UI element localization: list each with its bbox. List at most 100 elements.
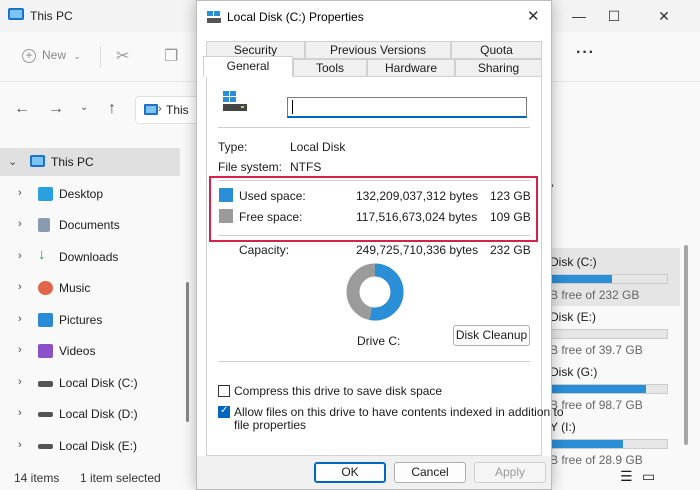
tab-sharing[interactable]: Sharing <box>455 59 542 77</box>
drive-tile-i[interactable]: Y (I:) B free of 28.9 GB <box>548 413 680 471</box>
sidebar-item-label: Downloads <box>59 250 119 264</box>
pictures-icon <box>38 313 53 327</box>
sidebar-item-label: Pictures <box>59 313 103 327</box>
drive-name: Disk (G:) <box>550 365 598 379</box>
close-icon[interactable]: ✕ <box>527 7 540 25</box>
maximize-icon[interactable]: ☐ <box>603 6 625 26</box>
chevron-right-icon[interactable]: › <box>18 376 22 388</box>
type-label: Type: <box>218 140 248 154</box>
drive-tile-c[interactable]: Disk (C:) B free of 232 GB <box>548 248 680 306</box>
cancel-button[interactable]: Cancel <box>394 462 466 483</box>
desktop-icon <box>38 187 53 201</box>
copy-icon[interactable]: ❐ <box>164 46 178 66</box>
sidebar-item-documents[interactable]: › Documents <box>0 211 180 239</box>
drive-name: Disk (E:) <box>550 310 596 324</box>
apply-button[interactable]: Apply <box>474 462 546 483</box>
dialog-titlebar: Local Disk (C:) Properties ✕ <box>197 1 551 33</box>
sidebar-scrollbar[interactable] <box>186 282 189 422</box>
sidebar-item-label: Local Disk (C:) <box>59 376 138 390</box>
chevron-right-icon[interactable]: › <box>18 250 22 262</box>
tab-previous-versions[interactable]: Previous Versions <box>305 41 451 59</box>
text-caret <box>292 100 293 114</box>
drive-free-text: B free of 39.7 GB <box>550 343 643 357</box>
sidebar-item-videos[interactable]: › Videos <box>0 337 180 365</box>
chevron-right-icon[interactable]: › <box>18 187 22 199</box>
close-icon[interactable]: ✕ <box>653 6 675 26</box>
chevron-right-icon[interactable]: › <box>18 344 22 356</box>
drive-usage-bar <box>550 274 668 284</box>
chevron-right-icon[interactable]: › <box>18 439 22 451</box>
tab-general[interactable]: General <box>203 56 293 77</box>
tab-tools[interactable]: Tools <box>293 59 367 77</box>
local-disk-c-icon <box>38 381 53 387</box>
dialog-title: Local Disk (C:) Properties <box>227 10 364 24</box>
index-label-line1: Allow files on this drive to have conten… <box>234 405 564 419</box>
drive-name-input[interactable] <box>287 97 527 118</box>
drives-list: › Disk (C:) B free of 232 GB Disk (E:) B… <box>548 140 700 467</box>
breadcrumb-chevron-icon: › <box>158 103 162 115</box>
tiles-view-icon[interactable]: ▭ <box>642 468 655 485</box>
drive-name: Y (I:) <box>550 420 576 434</box>
drive-free-text: B free of 232 GB <box>550 288 640 302</box>
local-disk-icon <box>223 91 247 111</box>
properties-dialog: Local Disk (C:) Properties ✕ Security Pr… <box>196 0 564 490</box>
explorer-title: This PC <box>30 9 73 23</box>
drive-usage-fill <box>551 275 613 283</box>
this-pc-icon <box>144 104 158 115</box>
more-options-icon[interactable]: ··· <box>576 44 595 62</box>
sidebar-item-local-disk-d[interactable]: › Local Disk (D:) <box>0 400 180 428</box>
documents-icon <box>38 218 50 232</box>
sidebar-item-pictures[interactable]: › Pictures <box>0 306 180 334</box>
details-view-icon[interactable]: ☰ <box>620 468 633 485</box>
drive-label: Drive C: <box>357 334 401 348</box>
this-pc-icon <box>8 8 24 20</box>
compress-checkbox[interactable] <box>218 385 230 397</box>
cut-icon[interactable]: ✂ <box>116 46 129 66</box>
sidebar-item-label: Local Disk (D:) <box>59 407 138 421</box>
item-count: 14 items <box>14 471 60 485</box>
drive-usage-bar <box>550 329 668 339</box>
new-button[interactable]: + New ⌄ <box>22 48 81 63</box>
sidebar-item-local-disk-e[interactable]: › Local Disk (E:) <box>0 432 180 460</box>
up-arrow-icon[interactable]: ↑ <box>108 100 116 118</box>
forward-arrow-icon[interactable]: → <box>48 100 64 118</box>
file-system-value: NTFS <box>290 160 322 174</box>
chevron-down-icon: ⌄ <box>73 51 81 61</box>
sidebar-item-label: Music <box>59 281 91 295</box>
drive-tile-g[interactable]: Disk (G:) B free of 98.7 GB <box>548 358 680 416</box>
selection-count: 1 item selected <box>80 471 161 485</box>
back-arrow-icon[interactable]: ← <box>14 100 30 118</box>
chevron-right-icon[interactable]: › <box>18 218 22 230</box>
sidebar-item-local-disk-c[interactable]: › Local Disk (C:) <box>0 369 180 397</box>
chevron-down-icon[interactable]: ⌄ <box>8 155 17 168</box>
drive-usage-fill <box>551 385 647 393</box>
drive-tile-e[interactable]: Disk (E:) B free of 39.7 GB <box>548 303 680 361</box>
tab-hardware[interactable]: Hardware <box>367 59 455 77</box>
sidebar-item-music[interactable]: › Music <box>0 274 180 302</box>
disk-cleanup-button[interactable]: Disk Cleanup <box>453 325 530 346</box>
plus-icon: + <box>22 49 36 63</box>
sidebar-item-desktop[interactable]: › Desktop <box>0 180 180 208</box>
sidebar-item-label: Local Disk (E:) <box>59 439 138 453</box>
sidebar-item-downloads[interactable]: › ↓ Downloads <box>0 243 180 271</box>
capacity-gb: 232 GB <box>490 243 531 257</box>
content-scrollbar[interactable] <box>684 245 688 445</box>
drive-usage-bar <box>550 439 668 449</box>
tab-quota[interactable]: Quota <box>451 41 542 59</box>
local-disk-icon <box>38 444 53 449</box>
chevron-right-icon[interactable]: › <box>18 313 22 325</box>
highlight-annotation <box>209 176 538 242</box>
disk-usage-donut <box>346 263 404 321</box>
music-icon <box>38 281 53 295</box>
ok-button[interactable]: OK <box>314 462 386 483</box>
drive-usage-fill <box>551 440 623 448</box>
chevron-right-icon[interactable]: › <box>18 407 22 419</box>
index-checkbox[interactable] <box>218 405 230 418</box>
videos-icon <box>38 344 53 358</box>
minimize-icon[interactable]: — <box>568 6 590 26</box>
type-value: Local Disk <box>290 140 346 154</box>
index-label-line2: file properties <box>234 418 307 432</box>
sidebar-item-this-pc[interactable]: ⌄ This PC <box>0 148 180 176</box>
recent-chevron-icon[interactable]: ⌄ <box>80 102 88 113</box>
chevron-right-icon[interactable]: › <box>18 281 22 293</box>
